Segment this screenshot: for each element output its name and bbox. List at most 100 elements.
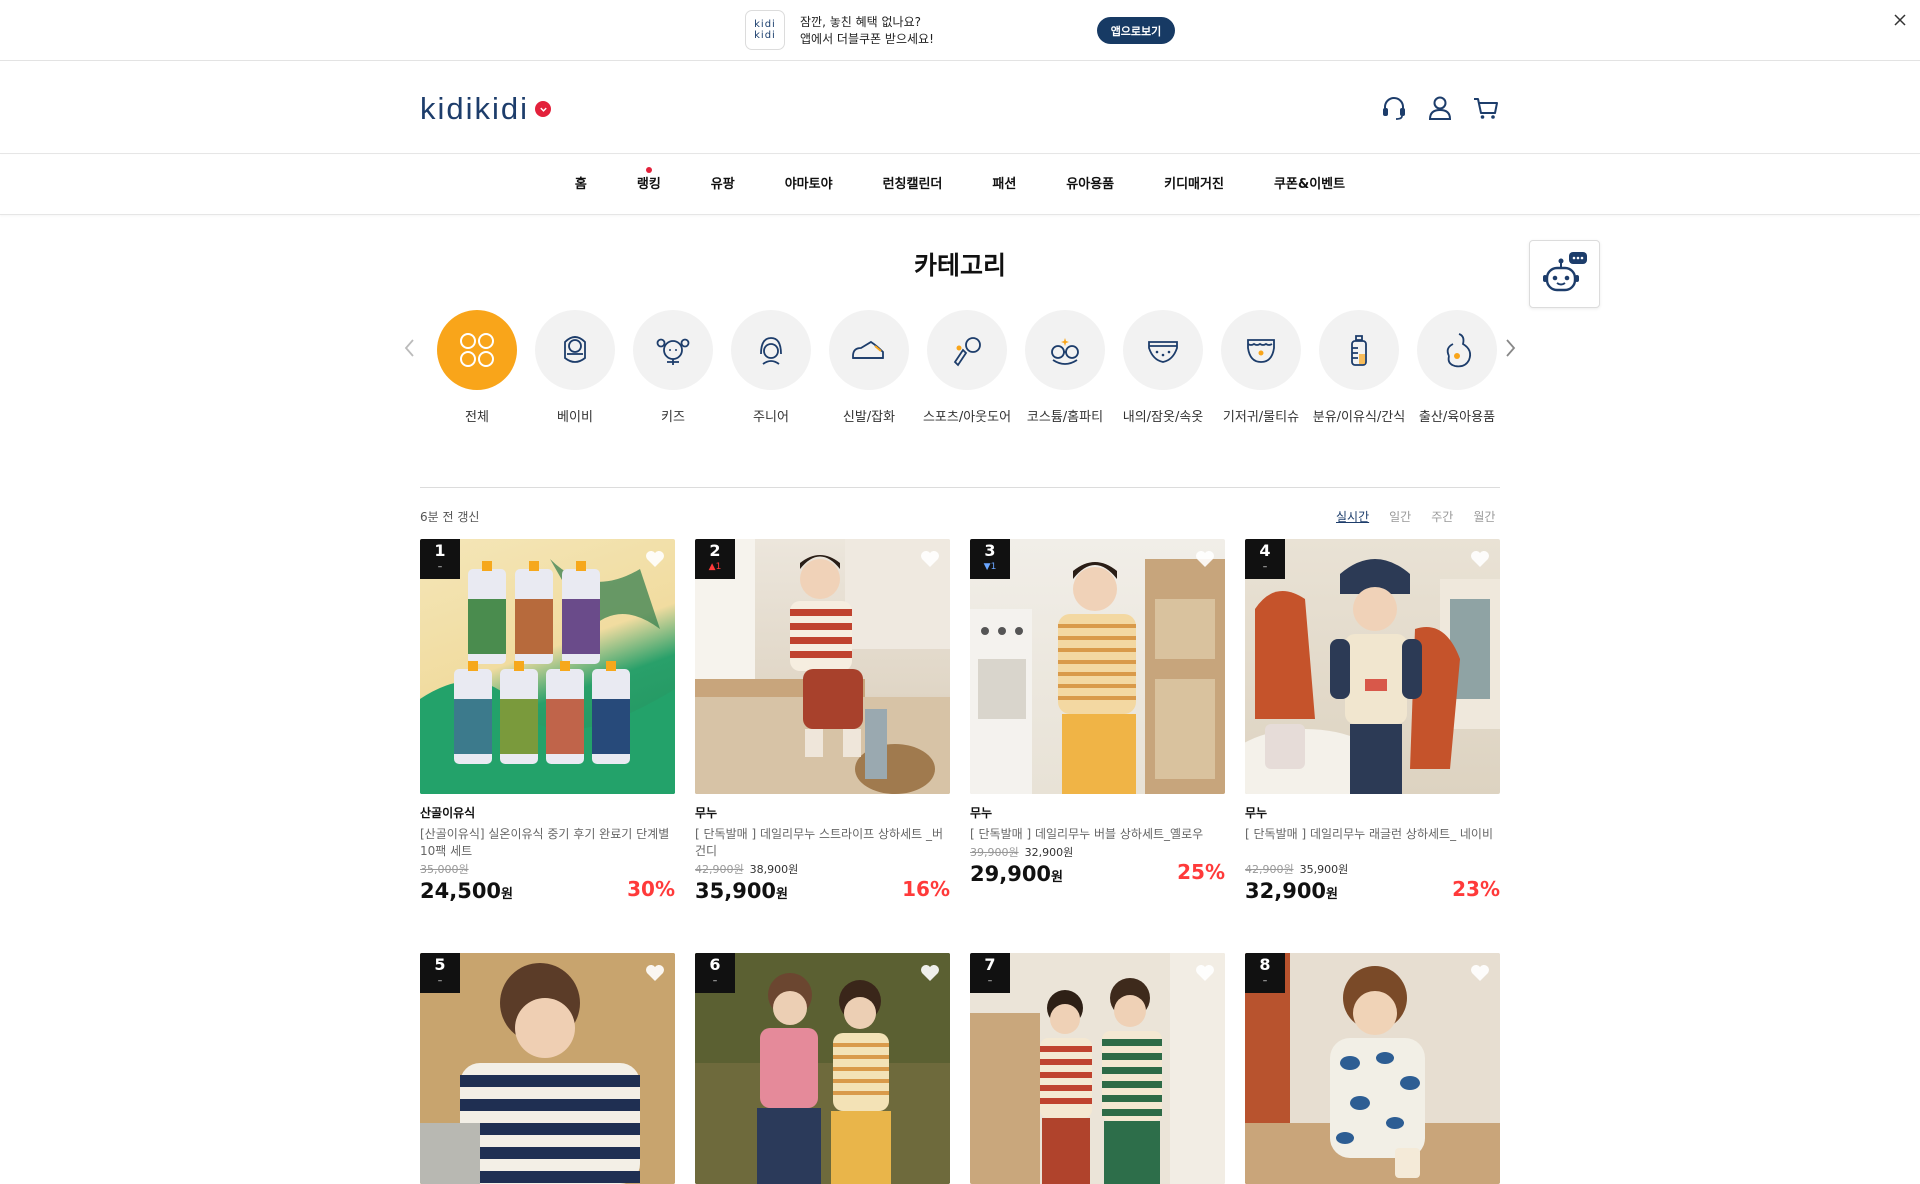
costume-icon bbox=[1025, 310, 1105, 390]
category-item-baby[interactable]: 베이비 bbox=[526, 310, 624, 425]
nav-item-magazine[interactable]: 키디매거진 bbox=[1139, 155, 1249, 215]
nav-label: 키디매거진 bbox=[1164, 177, 1224, 192]
final-price: 29,900 bbox=[970, 862, 1052, 886]
product-card[interactable]: 4 – 무누 [ 단독발매 ] 데일리무누 래글런 상하세트_ 네이비 42,9… bbox=[1245, 539, 1500, 905]
shoe-icon bbox=[829, 310, 909, 390]
category-title: 카테고리 bbox=[913, 251, 1006, 280]
product-card[interactable]: 1 – 산골이유식 [산골이유식] 실온이유식 중기 후기 완료기 단계별 10… bbox=[420, 539, 675, 905]
cart-icon[interactable] bbox=[1472, 94, 1500, 122]
heart-icon[interactable] bbox=[1469, 962, 1491, 984]
category-item-costume[interactable]: 코스튬/홈파티 bbox=[1016, 310, 1114, 425]
category-item-formula[interactable]: 분유/이유식/간식 bbox=[1310, 310, 1408, 425]
currency-unit: 원 bbox=[776, 887, 789, 902]
nav-item-coupon-event[interactable]: 쿠폰&이벤트 bbox=[1249, 155, 1370, 215]
new-dot bbox=[645, 167, 652, 173]
section-divider bbox=[420, 487, 1500, 488]
product-image[interactable]: 3 ▼1 bbox=[970, 539, 1225, 794]
heart-icon[interactable] bbox=[1194, 962, 1216, 984]
category-label: 분유/이유식/간식 bbox=[1312, 410, 1406, 425]
product-image[interactable]: 5 – bbox=[420, 953, 675, 1184]
product-name[interactable]: [ 단독발매 ] 데일리무누 스트라이프 상하세트 _버건디 bbox=[695, 826, 950, 860]
rank-badge: 5 – bbox=[420, 953, 460, 993]
category-list: 전체 베이비 키즈 주니어 신발/잡화 스포츠/아웃도어 코스튬/홈파티 내의/… bbox=[428, 310, 1497, 425]
bottle-icon bbox=[1319, 310, 1399, 390]
category-label: 기저귀/물티슈 bbox=[1222, 410, 1300, 425]
product-image[interactable]: 6 – bbox=[695, 953, 950, 1184]
product-card[interactable]: 6 – bbox=[695, 953, 950, 1184]
category-item-maternity[interactable]: 출산/육아용품 bbox=[1408, 310, 1506, 425]
nav-item-home[interactable]: 홈 bbox=[550, 155, 612, 215]
category-item-kids[interactable]: 키즈 bbox=[624, 310, 722, 425]
tab-weekly[interactable]: 주간 bbox=[1431, 508, 1453, 525]
heart-icon[interactable] bbox=[1469, 548, 1491, 570]
headset-icon[interactable] bbox=[1380, 94, 1408, 122]
product-card[interactable]: 2 ▲1 무누 [ 단독발매 ] 데일리무누 스트라이프 상하세트 _버건디 4… bbox=[695, 539, 950, 905]
product-name[interactable]: [ 단독발매 ] 데일리무누 래글런 상하세트_ 네이비 bbox=[1245, 826, 1500, 860]
tab-daily[interactable]: 일간 bbox=[1389, 508, 1411, 525]
category-item-sports[interactable]: 스포츠/아웃도어 bbox=[918, 310, 1016, 425]
product-image[interactable]: 8 – bbox=[1245, 953, 1500, 1184]
product-name[interactable]: [산골이유식] 실온이유식 중기 후기 완료기 단계별 10팩 세트 bbox=[420, 826, 675, 860]
heart-icon[interactable] bbox=[919, 962, 941, 984]
chevron-left-icon[interactable] bbox=[402, 336, 418, 360]
tab-monthly[interactable]: 월간 bbox=[1473, 508, 1495, 525]
tab-realtime[interactable]: 실시간 bbox=[1336, 508, 1369, 525]
product-name[interactable]: [ 단독발매 ] 데일리무누 버블 상하세트_옐로우 bbox=[970, 826, 1225, 843]
logo-text: kidikidi bbox=[420, 91, 530, 126]
nav-item-yupang[interactable]: 유팡 bbox=[686, 155, 760, 215]
nav-item-yamatoya[interactable]: 야마토야 bbox=[760, 155, 858, 215]
sale-price: 38,900원 bbox=[749, 863, 799, 876]
category-item-diaper[interactable]: 기저귀/물티슈 bbox=[1212, 310, 1310, 425]
category-item-junior[interactable]: 주니어 bbox=[722, 310, 820, 425]
logo[interactable]: kidikidi bbox=[420, 91, 552, 127]
product-image[interactable]: 7 – bbox=[970, 953, 1225, 1184]
category-label: 신발/잡화 bbox=[842, 410, 896, 425]
chevron-down-icon[interactable] bbox=[535, 101, 552, 117]
nav-item-ranking[interactable]: 랭킹 bbox=[612, 155, 686, 215]
heart-icon[interactable] bbox=[919, 548, 941, 570]
heart-icon[interactable] bbox=[1194, 548, 1216, 570]
currency-unit: 원 bbox=[1051, 870, 1064, 885]
product-card[interactable]: 8 – bbox=[1245, 953, 1500, 1184]
original-price-line: 42,900원 38,900원 bbox=[695, 861, 950, 877]
nav-item-launch-calendar[interactable]: 런칭캘린더 bbox=[858, 155, 968, 215]
product-image[interactable]: 1 – bbox=[420, 539, 675, 794]
nav-item-baby-goods[interactable]: 유아용품 bbox=[1041, 155, 1139, 215]
product-image[interactable]: 2 ▲1 bbox=[695, 539, 950, 794]
sports-icon bbox=[927, 310, 1007, 390]
heart-icon[interactable] bbox=[644, 962, 666, 984]
nav-label: 패션 bbox=[992, 177, 1017, 192]
rank-badge: 2 ▲1 bbox=[695, 539, 735, 579]
product-card[interactable]: 3 ▼1 무누 [ 단독발매 ] 데일리무누 버블 상하세트_옐로우 39,90… bbox=[970, 539, 1225, 888]
app-icon-text-2: kidi bbox=[754, 30, 776, 41]
category-item-shoes[interactable]: 신발/잡화 bbox=[820, 310, 918, 425]
rank-number: 7 bbox=[984, 955, 996, 974]
nav-item-fashion[interactable]: 패션 bbox=[967, 155, 1041, 215]
header-icons bbox=[1380, 94, 1500, 122]
nav-label: 쿠폰&이벤트 bbox=[1273, 177, 1346, 192]
close-icon[interactable] bbox=[1891, 11, 1909, 29]
original-price-line: 42,900원 35,900원 bbox=[1245, 861, 1500, 877]
category-label: 출산/육아용품 bbox=[1418, 410, 1496, 425]
product-card[interactable]: 7 – bbox=[970, 953, 1225, 1184]
rank-badge: 7 – bbox=[970, 953, 1010, 993]
rank-badge: 8 – bbox=[1245, 953, 1285, 993]
category-label: 스포츠/아웃도어 bbox=[922, 410, 1012, 425]
product-card[interactable]: 5 – bbox=[420, 953, 675, 1184]
chatbot-button[interactable] bbox=[1529, 240, 1600, 308]
rank-number: 5 bbox=[434, 955, 446, 974]
rank-badge: 1 – bbox=[420, 539, 460, 579]
underwear-icon bbox=[1123, 310, 1203, 390]
robot-icon bbox=[1542, 252, 1587, 292]
heart-icon[interactable] bbox=[644, 548, 666, 570]
product-image[interactable]: 4 – bbox=[1245, 539, 1500, 794]
rank-change: – bbox=[1262, 976, 1268, 986]
rank-change: ▲1 bbox=[708, 562, 722, 572]
rank-number: 3 bbox=[984, 541, 996, 560]
category-item-underwear[interactable]: 내의/잠옷/속옷 bbox=[1114, 310, 1212, 425]
rank-badge: 4 – bbox=[1245, 539, 1285, 579]
user-icon[interactable] bbox=[1426, 94, 1454, 122]
brand-name: 무누 bbox=[1245, 806, 1268, 820]
open-app-button[interactable]: 앱으로보기 bbox=[1097, 17, 1175, 44]
category-item-all[interactable]: 전체 bbox=[428, 310, 526, 425]
